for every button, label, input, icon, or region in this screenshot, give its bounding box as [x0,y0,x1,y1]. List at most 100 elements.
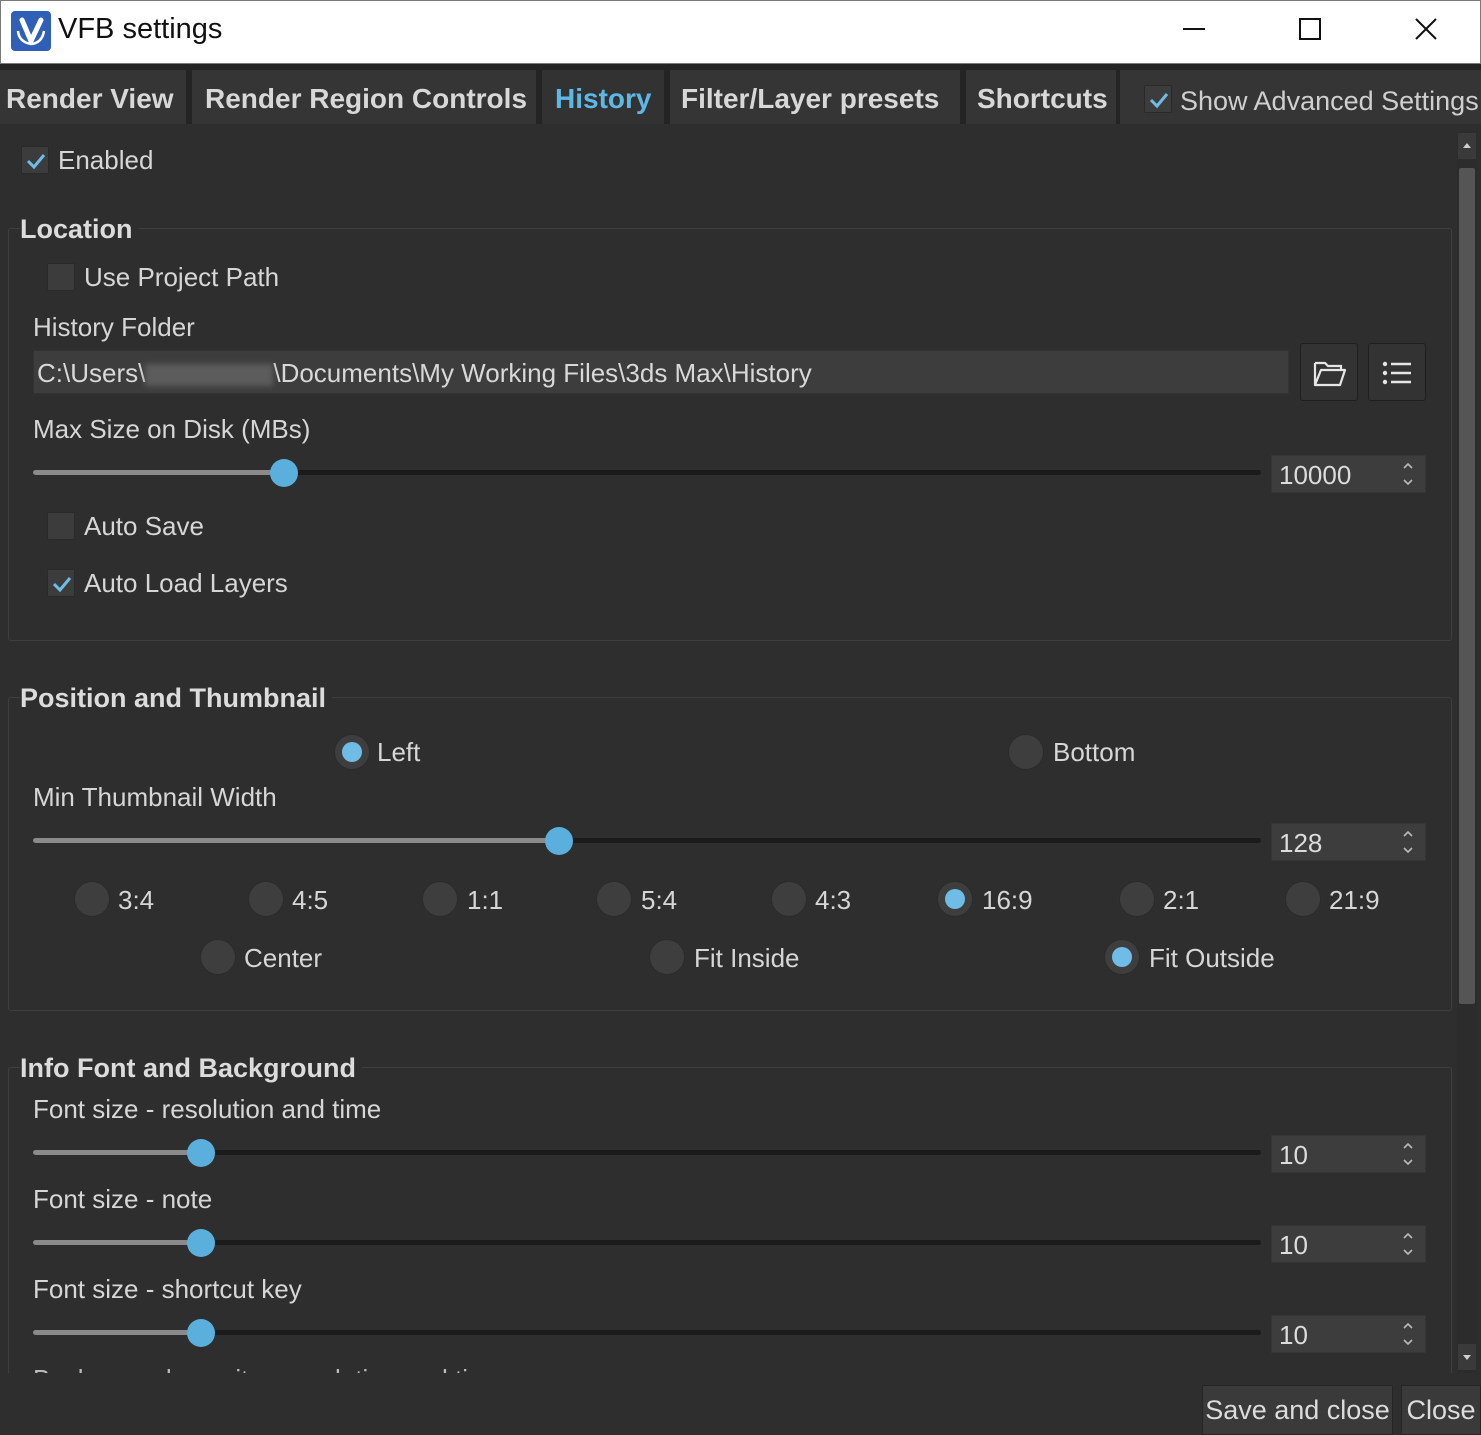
maximize-button[interactable] [1252,1,1368,61]
max-size-label: Max Size on Disk (MBs) [33,414,311,444]
position-bottom-label: Bottom [1053,737,1136,767]
min-thumbnail-width-value: 128 [1279,828,1323,858]
check-icon [1149,93,1169,109]
scroll-down-button[interactable] [1458,1344,1476,1370]
font-size-shortcut-spinbox[interactable]: 10 [1271,1315,1426,1353]
spin-arrows-icon[interactable] [1401,1319,1415,1349]
show-advanced-checkbox[interactable] [1144,85,1172,113]
tab-history[interactable]: History [542,70,664,124]
close-icon [1415,18,1437,40]
spin-arrows-icon[interactable] [1401,1139,1415,1169]
minimize-icon [1183,28,1205,30]
check-icon [52,577,72,593]
min-thumbnail-width-slider[interactable] [33,826,1261,856]
show-advanced-settings[interactable]: Show Advanced Settings [1120,70,1481,124]
scrollbar-thumb[interactable] [1459,168,1475,1004]
browse-folder-button[interactable] [1300,343,1358,401]
fit-center-radio[interactable] [200,939,236,975]
ratio-4-5-radio[interactable] [248,881,284,917]
position-left-radio[interactable] [334,734,370,770]
slider-thumb[interactable] [544,827,573,855]
font-size-res-time-value: 10 [1279,1140,1308,1170]
use-project-path-label: Use Project Path [84,262,280,292]
minimize-button[interactable] [1136,1,1252,61]
slider-track [33,1330,1261,1335]
fit-outside-label: Fit Outside [1149,943,1275,973]
position-left-label: Left [377,737,421,767]
slider-track [33,1240,1261,1245]
history-folder-label: History Folder [33,312,195,342]
folder-history-list-button[interactable] [1368,343,1426,401]
window-title: VFB settings [58,13,223,45]
show-advanced-label: Show Advanced Settings [1180,86,1479,116]
max-size-spinbox[interactable]: 10000 [1271,455,1426,493]
ratio-2-1-label: 2:1 [1163,885,1200,915]
position-bottom-radio[interactable] [1008,734,1044,770]
info-font-title: Info Font and Background [20,1053,362,1084]
tab-render-view[interactable]: Render View [0,70,186,124]
max-size-value: 10000 [1279,460,1352,490]
close-button[interactable]: Close [1401,1385,1481,1435]
folder-open-icon [1313,361,1347,387]
fit-outside-radio[interactable] [1104,939,1140,975]
ratio-4-3-radio[interactable] [771,881,807,917]
auto-save-checkbox[interactable] [47,512,75,540]
max-size-slider[interactable] [33,458,1261,488]
enabled-label: Enabled [58,145,154,175]
ratio-2-1-radio[interactable] [1119,881,1155,917]
ratio-3-4-radio[interactable] [74,881,110,917]
auto-load-layers-label: Auto Load Layers [84,568,288,598]
enabled-checkbox[interactable] [21,146,49,174]
fit-inside-label: Fit Inside [694,943,800,973]
ratio-5-4-radio[interactable] [596,881,632,917]
vray-logo-icon [11,11,51,51]
slider-thumb[interactable] [187,1319,216,1347]
scroll-down-icon [1463,1355,1471,1360]
slider-fill [33,1330,202,1335]
font-size-shortcut-slider[interactable] [33,1318,1261,1348]
close-window-button[interactable] [1368,1,1481,61]
tab-shortcuts[interactable]: Shortcuts [966,70,1116,124]
scroll-up-button[interactable] [1458,133,1476,159]
ratio-4-3-label: 4:3 [815,885,852,915]
auto-load-layers-checkbox[interactable] [47,569,75,597]
spin-arrows-icon[interactable] [1401,1229,1415,1259]
ratio-5-4-label: 5:4 [641,885,678,915]
path-prefix: C:\Users\ [37,358,146,388]
save-and-close-button[interactable]: Save and close [1202,1385,1393,1435]
slider-fill [33,470,284,475]
ratio-1-1-radio[interactable] [422,881,458,917]
font-size-note-value: 10 [1279,1230,1308,1260]
spin-arrows-icon[interactable] [1401,827,1415,857]
tab-render-region-controls[interactable]: Render Region Controls [192,70,536,124]
position-thumbnail-title: Position and Thumbnail [20,683,332,714]
slider-fill [33,838,559,843]
min-thumbnail-width-spinbox[interactable]: 128 [1271,823,1426,861]
slider-thumb[interactable] [187,1139,216,1167]
slider-track [33,1150,1261,1155]
ratio-16-9-label: 16:9 [982,885,1033,915]
slider-thumb[interactable] [187,1229,216,1257]
maximize-icon [1299,18,1321,40]
slider-thumb[interactable] [269,459,298,487]
tab-filter-layer-presets[interactable]: Filter/Layer presets [670,70,960,124]
font-size-res-time-slider[interactable] [33,1138,1261,1168]
ratio-3-4-label: 3:4 [118,885,155,915]
min-thumbnail-width-label: Min Thumbnail Width [33,782,277,812]
font-size-note-label: Font size - note [33,1184,213,1214]
ratio-16-9-radio[interactable] [937,881,973,917]
slider-fill [33,1150,202,1155]
use-project-path-checkbox[interactable] [47,263,75,291]
font-size-res-time-label: Font size - resolution and time [33,1094,382,1124]
tab-bar: Render View Render Region Controls Histo… [0,64,1481,124]
font-size-note-spinbox[interactable]: 10 [1271,1225,1426,1263]
font-size-note-slider[interactable] [33,1228,1261,1258]
font-size-res-time-spinbox[interactable]: 10 [1271,1135,1426,1173]
location-title: Location [20,214,139,245]
history-folder-input[interactable]: C:\Users\ \Documents\My Working Files\3ds… [33,350,1289,394]
ratio-21-9-radio[interactable] [1285,881,1321,917]
auto-save-label: Auto Save [84,511,204,541]
redacted-username [145,364,274,387]
spin-arrows-icon[interactable] [1401,459,1415,489]
fit-inside-radio[interactable] [649,939,685,975]
